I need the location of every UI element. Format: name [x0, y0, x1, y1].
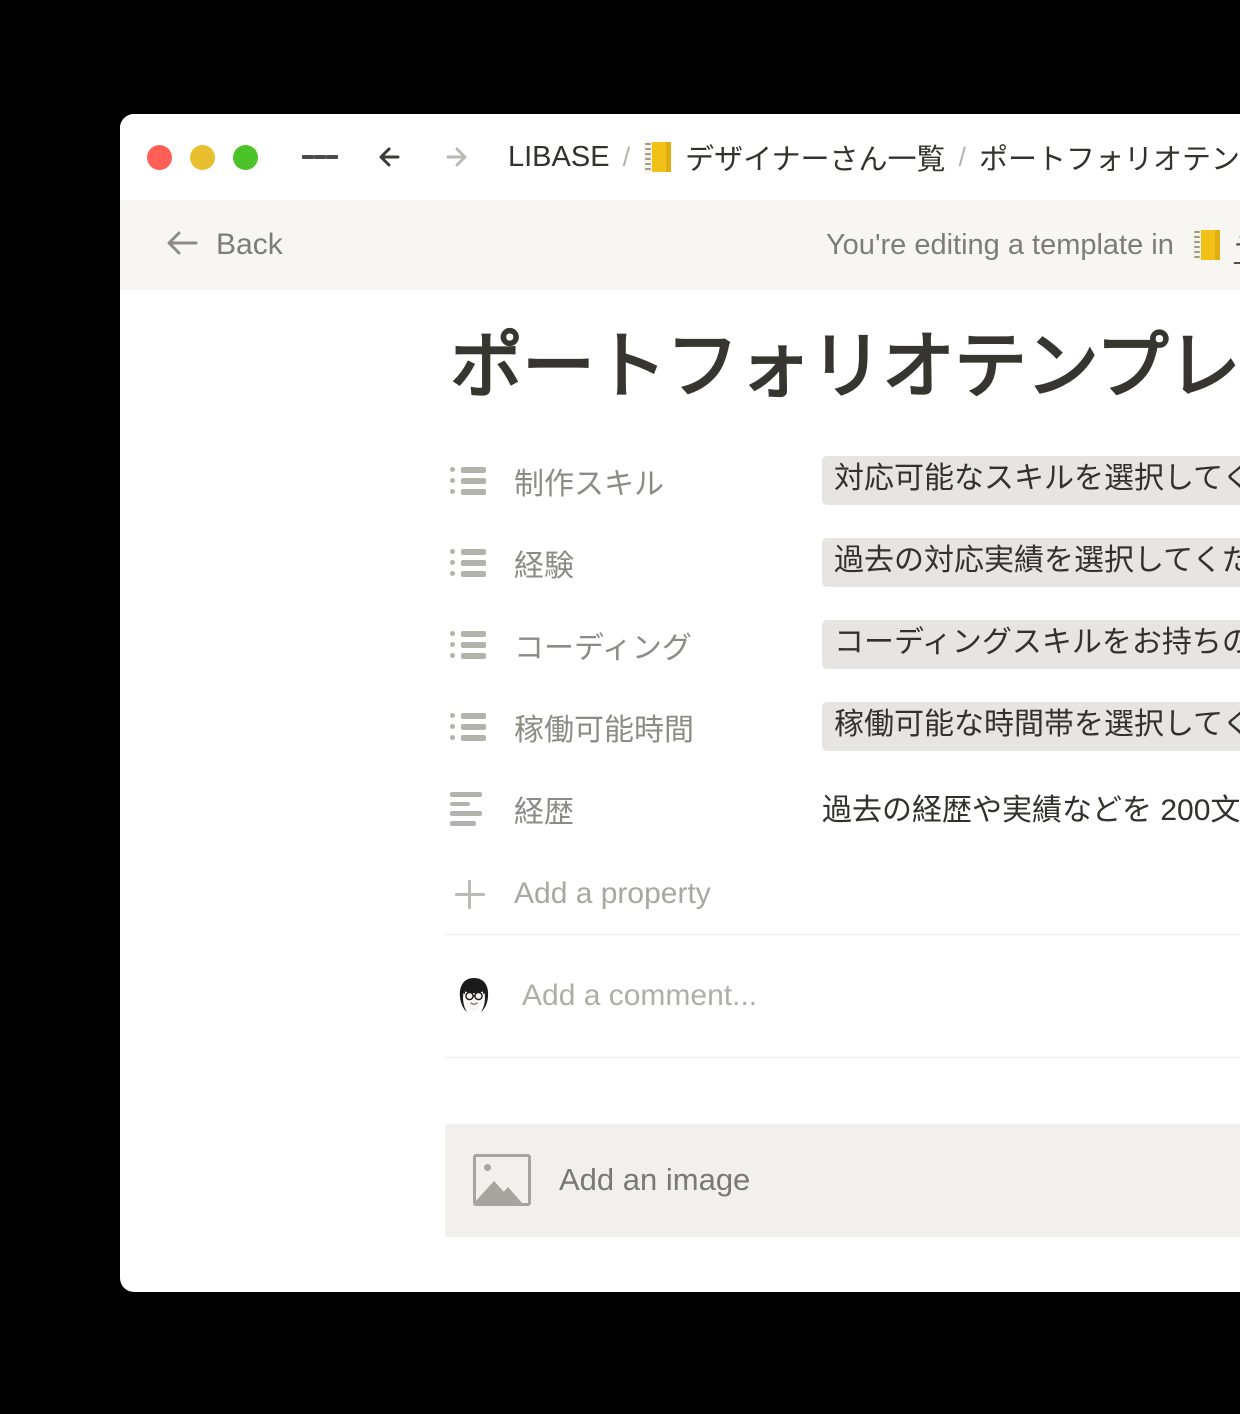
property-row-career[interactable]: 経歴 過去の経歴や実績などを 200文字以内で入: [450, 768, 1240, 850]
arrow-left-icon: [164, 228, 200, 263]
breadcrumb-separator: /: [622, 141, 631, 172]
property-row-skills[interactable]: 制作スキル 対応可能なスキルを選択してください: [450, 440, 1240, 522]
property-list: 制作スキル 対応可能なスキルを選択してください 経験 過去の対応実績を選択してく…: [120, 440, 1240, 934]
add-property-label: Add a property: [514, 876, 711, 910]
multi-select-icon: [450, 628, 490, 662]
comment-input-row[interactable]: Add a comment...: [120, 935, 1240, 1057]
nav-back-icon[interactable]: [372, 137, 412, 177]
property-value[interactable]: 稼働可能な時間帯を選択してください: [822, 702, 1240, 752]
property-name[interactable]: 経歴: [514, 787, 822, 831]
property-name[interactable]: 制作スキル: [514, 459, 822, 503]
titlebar: LIBASE / デザイナーさん一覧 / ポートフォリオテンプレ: [120, 114, 1240, 200]
multi-select-icon: [450, 710, 490, 744]
page-title[interactable]: ポートフォリオテンプレー: [120, 290, 1240, 408]
plus-icon: [450, 877, 490, 911]
avatar: [450, 971, 498, 1020]
page-content: ポートフォリオテンプレー 制作スキル 対応可能なスキルを選択してください: [120, 290, 1240, 1237]
property-value[interactable]: 過去の対応実績を選択してください: [822, 538, 1240, 588]
notebook-icon-banner: [1192, 229, 1222, 261]
property-row-experience[interactable]: 経験 過去の対応実績を選択してください: [450, 522, 1240, 604]
banner-database-link[interactable]: デザイ: [1234, 224, 1240, 266]
banner-message-text: You're editing a template in: [826, 228, 1174, 261]
divider-bottom: [445, 1056, 1240, 1058]
property-name[interactable]: コーディング: [514, 623, 822, 667]
property-name[interactable]: 稼働可能時間: [514, 705, 822, 749]
back-button-label: Back: [216, 228, 283, 261]
multi-select-icon: [450, 546, 490, 580]
image-icon: [473, 1154, 531, 1207]
window-controls: [147, 144, 258, 170]
text-icon: [450, 791, 490, 826]
property-row-availability[interactable]: 稼働可能時間 稼働可能な時間帯を選択してください: [450, 686, 1240, 768]
property-row-coding[interactable]: コーディング コーディングスキルをお持ちの方は言語を: [450, 604, 1240, 686]
breadcrumb-item-page[interactable]: ポートフォリオテンプレ: [979, 136, 1240, 178]
property-value[interactable]: 過去の経歴や実績などを 200文字以内で入: [822, 779, 1240, 838]
minimize-button[interactable]: [190, 144, 215, 170]
breadcrumb-item-database[interactable]: デザイナーさん一覧: [685, 136, 945, 178]
multi-select-icon: [450, 464, 490, 498]
property-name[interactable]: 経験: [514, 541, 822, 585]
app-window: LIBASE / デザイナーさん一覧 / ポートフォリオテンプレ Back Yo…: [120, 114, 1240, 1292]
add-image-label: Add an image: [559, 1162, 751, 1198]
maximize-button[interactable]: [233, 144, 258, 170]
hamburger-menu-icon[interactable]: [302, 139, 338, 175]
comment-placeholder[interactable]: Add a comment...: [522, 979, 757, 1013]
close-button[interactable]: [147, 144, 172, 170]
template-editing-banner: Back You're editing a template in デザイ: [120, 200, 1240, 290]
notebook-icon: [643, 141, 673, 173]
breadcrumb-item-workspace[interactable]: LIBASE: [508, 141, 610, 174]
breadcrumb: LIBASE / デザイナーさん一覧 / ポートフォリオテンプレ: [508, 136, 1240, 178]
add-image-block[interactable]: Add an image: [445, 1123, 1240, 1237]
nav-forward-icon[interactable]: [434, 137, 474, 177]
property-value[interactable]: コーディングスキルをお持ちの方は言語を: [822, 620, 1240, 670]
breadcrumb-separator-2: /: [958, 141, 967, 172]
property-value[interactable]: 対応可能なスキルを選択してください: [822, 456, 1240, 506]
add-property-button[interactable]: Add a property: [450, 854, 1240, 934]
banner-message: You're editing a template in デザイ: [826, 224, 1240, 266]
back-button[interactable]: Back: [164, 228, 283, 263]
